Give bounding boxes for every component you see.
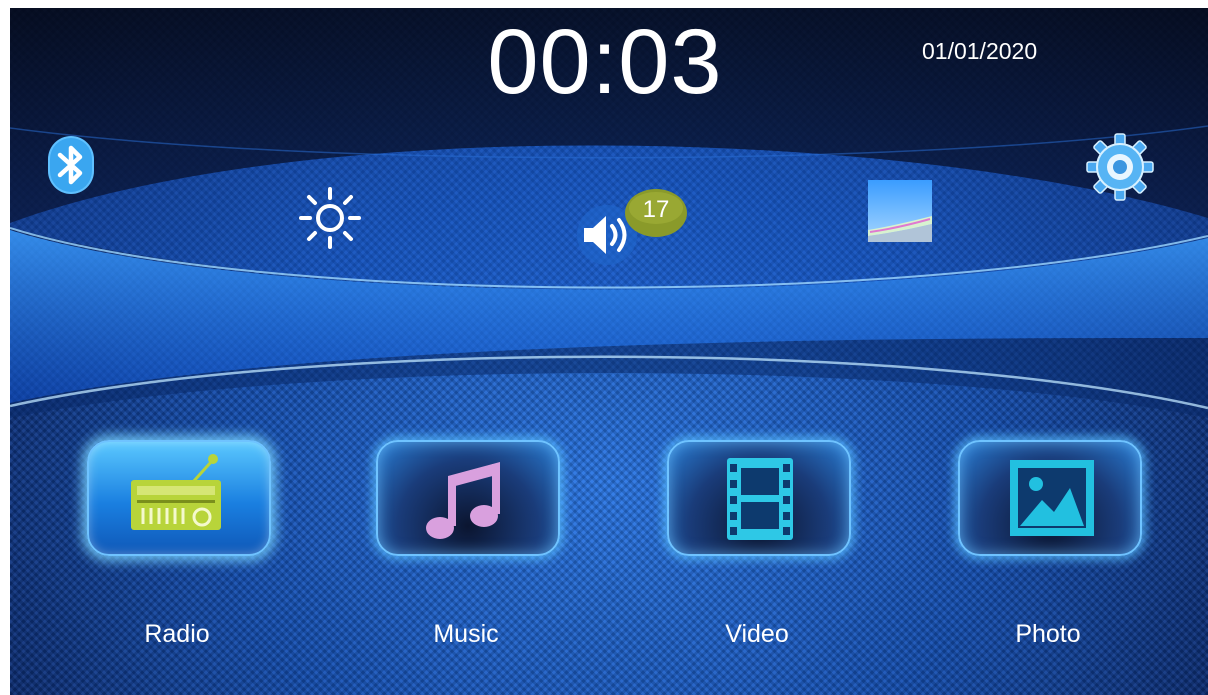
picture-icon: [1010, 460, 1094, 536]
music-label: Music: [433, 620, 499, 648]
gear-icon[interactable]: [1085, 132, 1155, 202]
radio-app-button[interactable]: [87, 440, 271, 556]
music-note-icon: [426, 462, 500, 539]
radio-label: Radio: [144, 620, 210, 648]
music-app-button[interactable]: [376, 440, 560, 556]
film-icon: [727, 458, 793, 540]
photo-app-button[interactable]: [958, 440, 1142, 556]
video-app-button[interactable]: [667, 440, 851, 556]
photo-label: Photo: [1015, 620, 1081, 648]
sun-icon[interactable]: [295, 183, 365, 253]
wallpaper-icon[interactable]: [868, 180, 932, 242]
bluetooth-icon[interactable]: [48, 136, 94, 194]
volume-level: 17: [642, 196, 670, 223]
date-display: 01/01/2020: [922, 38, 1038, 64]
volume-control[interactable]: 17: [576, 186, 696, 266]
clock-time: 00:03: [487, 11, 723, 113]
head-unit-screen: 00:03 01/01/2020 17 Radio Music Video Ph…: [10, 8, 1208, 695]
radio-icon: [131, 454, 221, 530]
video-label: Video: [725, 620, 789, 648]
